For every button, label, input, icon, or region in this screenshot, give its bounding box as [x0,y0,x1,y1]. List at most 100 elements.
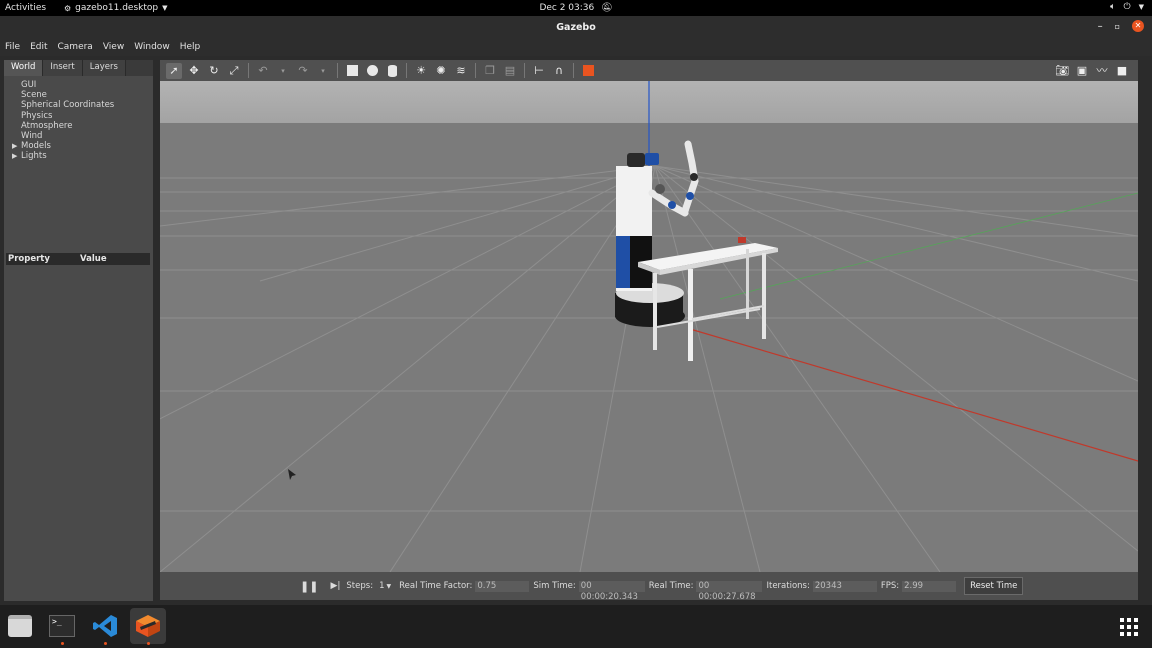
step-icon[interactable]: ▶| [330,581,340,591]
running-indicator [147,642,150,645]
maximize-button[interactable]: ▫ [1115,22,1120,31]
log-icon[interactable]: ▣ [1074,62,1090,78]
steps-dropdown-icon[interactable]: ▼ [386,583,391,590]
property-column-header[interactable]: Property [6,253,78,265]
expand-arrow-icon[interactable]: ▶ [12,141,17,151]
real-time-label: Real Time: [648,581,694,591]
app-menu[interactable]: ⚙ gazebo11.desktop ▼ [64,3,167,13]
running-indicator [104,642,107,645]
toolbar-separator [573,63,574,78]
window-title-bar: Gazebo – ▫ ✕ [0,16,1152,38]
tab-world[interactable]: World [4,60,44,76]
property-header: Property Value [6,253,150,265]
toolbar-separator [337,63,338,78]
snap-icon[interactable]: ∩ [551,63,567,79]
sim-time-field: 00 00:00:20.343 [578,580,645,602]
scene-render [160,81,1138,572]
property-panel: Property Value [4,253,153,601]
menu-bar: File Edit Camera View Window Help [0,38,1152,56]
tree-item-spherical-coordinates[interactable]: Spherical Coordinates [4,100,153,110]
fps-label: FPS: [880,581,900,591]
tree-item-scene[interactable]: Scene [4,90,153,100]
rtf-label: Real Time Factor: [399,581,473,591]
files-app-icon[interactable] [2,608,38,644]
toolbar-separator [475,63,476,78]
running-indicator [61,642,64,645]
scale-mode-icon[interactable]: ⤢ [226,63,242,79]
toolbar-separator [248,63,249,78]
rtf-field: 0.75 [475,580,530,592]
spot-light-icon[interactable]: ✺ [433,63,449,79]
show-applications-icon[interactable] [1120,618,1138,636]
align-icon[interactable]: ⊢ [531,63,547,79]
chevron-down-icon: ▼ [1138,3,1144,11]
video-record-icon[interactable]: ■ [1114,62,1130,78]
steps-label: Steps: [346,581,374,591]
change-view-icon[interactable] [580,63,596,79]
undo-icon[interactable]: ↶ [255,63,271,79]
toolbar-separator [524,63,525,78]
copy-icon[interactable]: ❐ [482,63,498,79]
dock: >_ [0,605,1152,648]
minimize-button[interactable]: – [1098,21,1103,32]
translate-mode-icon[interactable]: ✥ [186,63,202,79]
power-icon: ⏻ [1123,2,1131,12]
time-panel: ❚❚ ▶| Steps: 1 ▼ Real Time Factor: 0.75 … [160,572,1138,602]
paste-icon[interactable]: ▤ [502,63,518,79]
point-light-icon[interactable]: ☀ [413,63,429,79]
clock[interactable]: Dec 2 03:36 [539,3,594,13]
expand-arrow-icon[interactable]: ▶ [12,151,17,161]
tree-item-physics[interactable]: Physics [4,111,153,121]
select-mode-icon[interactable]: ➚ [166,62,182,79]
redo-icon[interactable]: ↷ [295,63,311,79]
volume-icon: 🔈︎ [1110,2,1116,12]
close-button[interactable]: ✕ [1132,20,1144,32]
gazebo-app-icon[interactable] [130,608,166,645]
sphere-shape-icon[interactable] [364,63,380,79]
tree-item-atmosphere[interactable]: Atmosphere [4,121,153,131]
system-top-bar: Activities ⚙ gazebo11.desktop ▼ Dec 2 03… [0,0,1152,16]
cylinder-shape-icon[interactable] [384,63,400,79]
iterations-field: 20343 [812,580,877,592]
tab-layers[interactable]: Layers [82,60,126,76]
left-panel: World Insert Layers GUI Scene Spherical … [4,60,153,601]
steps-value[interactable]: 1 [379,581,384,591]
tree-item-lights[interactable]: ▶ Lights [4,151,153,161]
plot-icon[interactable]: 〰 [1094,62,1110,78]
tree-item-gui[interactable]: GUI [4,80,153,90]
directional-light-icon[interactable]: ≋ [453,63,469,79]
iterations-label: Iterations: [766,581,810,591]
app-menu-label: gazebo11.desktop [75,3,159,13]
system-tray[interactable]: 🔈︎ ⏻ ▼ [1110,2,1144,12]
menu-camera[interactable]: Camera [58,42,93,52]
red-cube-model[interactable] [738,237,746,243]
menu-view[interactable]: View [103,42,124,52]
notifications-muted-icon: 🔕︎ [601,3,613,13]
tree-item-wind[interactable]: Wind [4,131,153,141]
box-shape-icon[interactable] [344,63,360,79]
tree-item-models[interactable]: ▶ Models [4,141,153,151]
real-time-field: 00 00:00:27.678 [696,580,763,602]
rotate-mode-icon[interactable]: ↻ [206,63,222,79]
menu-edit[interactable]: Edit [30,42,47,52]
terminal-app-icon[interactable]: >_ [44,608,80,645]
pause-icon[interactable]: ❚❚ [300,580,318,593]
toolbar: ➚ ✥ ↻ ⤢ ↶ ▾ ↷ ▾ ☀ ✺ ≋ ❐ ▤ ⊢ ∩ 📷︎ ▣ 〰 ■ [160,60,1138,81]
tab-insert[interactable]: Insert [43,60,83,76]
app-menu-icon: ⚙ [64,3,72,13]
window-title: Gazebo [556,22,596,33]
value-column-header[interactable]: Value [78,253,107,265]
menu-file[interactable]: File [5,42,20,52]
toolbar-separator [406,63,407,78]
world-tree: GUI Scene Spherical Coordinates Physics … [4,76,153,256]
fps-field: 2.99 [902,580,957,592]
activities-button[interactable]: Activities [5,3,46,13]
scene-viewport[interactable] [160,81,1138,572]
undo-history-icon[interactable]: ▾ [275,63,291,79]
menu-window[interactable]: Window [134,42,170,52]
redo-history-icon[interactable]: ▾ [315,63,331,79]
screenshot-icon[interactable]: 📷︎ [1054,62,1070,78]
reset-time-button[interactable]: Reset Time [964,577,1024,595]
menu-help[interactable]: Help [180,42,201,52]
vscode-app-icon[interactable] [87,608,123,645]
